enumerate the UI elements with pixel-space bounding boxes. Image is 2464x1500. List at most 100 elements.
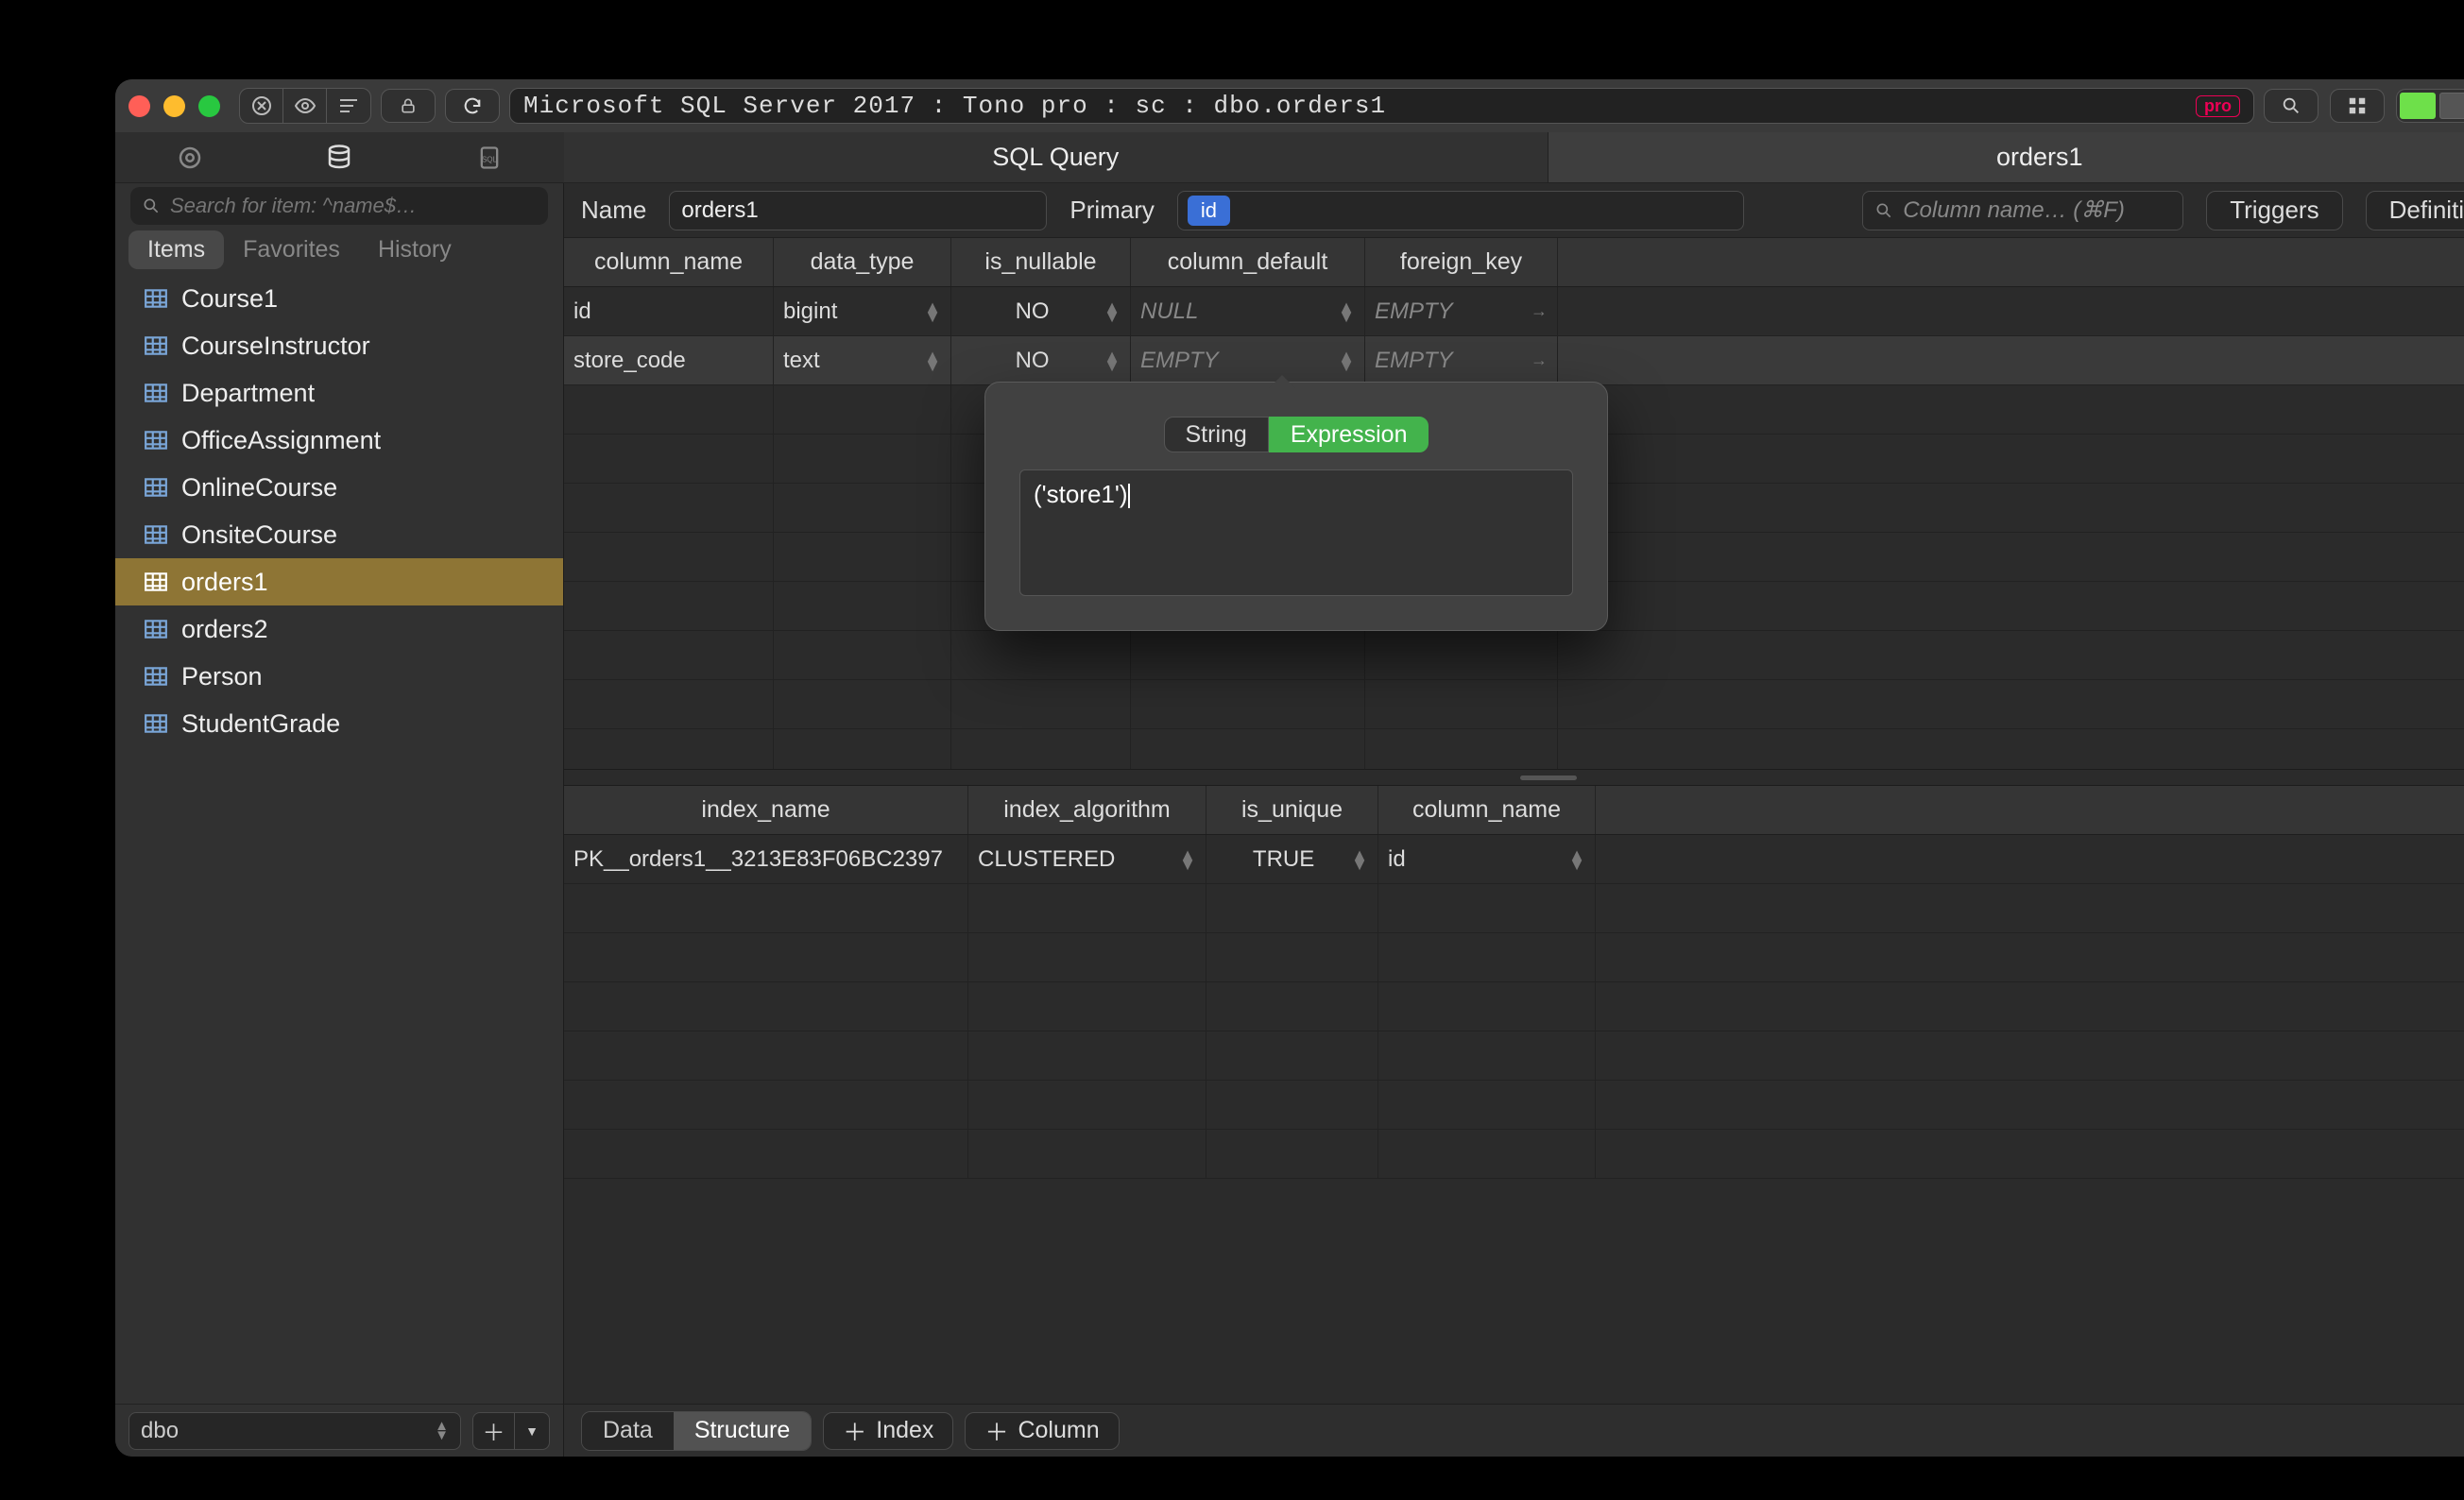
sidebar-item-studentgrade[interactable]: StudentGrade bbox=[115, 700, 563, 747]
connections-icon[interactable] bbox=[115, 132, 265, 182]
pane-splitter[interactable] bbox=[564, 769, 2464, 786]
add-table-dropdown[interactable]: ▼ bbox=[514, 1412, 550, 1450]
stepper-icon[interactable]: ▲▼ bbox=[1104, 351, 1121, 370]
cell-column-default[interactable]: EMPTY▲▼ bbox=[1131, 336, 1365, 384]
close-window-button[interactable] bbox=[128, 95, 150, 117]
sidebar-item-person[interactable]: Person bbox=[115, 653, 563, 700]
table-name-input[interactable] bbox=[669, 191, 1047, 230]
header-column-name[interactable]: column_name bbox=[564, 238, 774, 286]
header-foreign-key[interactable]: foreign_key bbox=[1365, 238, 1558, 286]
index-row[interactable]: PK__orders1__3213E83F06BC2397CLUSTERED▲▼… bbox=[564, 835, 2464, 884]
cell-is-unique[interactable]: TRUE▲▼ bbox=[1206, 835, 1378, 883]
header-is-unique[interactable]: is_unique bbox=[1206, 786, 1378, 834]
columns-header-row: column_name data_type is_nullable column… bbox=[564, 238, 2464, 287]
cell-index-column[interactable]: id▲▼ bbox=[1378, 835, 1596, 883]
lines-icon[interactable] bbox=[327, 89, 370, 123]
sidebar-item-orders2[interactable]: orders2 bbox=[115, 605, 563, 653]
cell-foreign-key[interactable]: EMPTY→ bbox=[1365, 336, 1558, 384]
cell-column-name[interactable]: store_code bbox=[564, 336, 774, 384]
header-column-default[interactable]: column_default bbox=[1131, 238, 1365, 286]
header-index-algorithm[interactable]: index_algorithm bbox=[968, 786, 1206, 834]
empty-row bbox=[564, 1031, 2464, 1081]
header-index-column[interactable]: column_name bbox=[1378, 786, 1596, 834]
header-data-type[interactable]: data_type bbox=[774, 238, 951, 286]
grid-icon[interactable] bbox=[2330, 89, 2385, 123]
cell-is-nullable[interactable]: NO▲▼ bbox=[951, 336, 1131, 384]
cell-column-default[interactable]: NULL▲▼ bbox=[1131, 287, 1365, 335]
name-label: Name bbox=[581, 196, 646, 225]
column-row[interactable]: store_codetext▲▼NO▲▼EMPTY▲▼EMPTY→ bbox=[564, 336, 2464, 385]
sidebar-search[interactable] bbox=[130, 187, 548, 225]
refresh-icon[interactable] bbox=[445, 89, 500, 123]
sidebar-item-label: Department bbox=[181, 379, 315, 408]
sidebar-search-input[interactable] bbox=[170, 194, 537, 218]
eye-icon[interactable] bbox=[283, 89, 327, 123]
sidebar-tab-favorites[interactable]: Favorites bbox=[224, 230, 359, 269]
zoom-window-button[interactable] bbox=[198, 95, 220, 117]
sidebar-tab-history[interactable]: History bbox=[359, 230, 471, 269]
cell-column-name[interactable]: id bbox=[564, 287, 774, 335]
definition-button[interactable]: Definition bbox=[2366, 191, 2464, 230]
sidebar-item-label: StudentGrade bbox=[181, 709, 340, 739]
sidebar-item-officeassignment[interactable]: OfficeAssignment bbox=[115, 417, 563, 464]
chevron-updown-icon: ▲▼ bbox=[435, 1422, 449, 1440]
sidebar-item-onlinecourse[interactable]: OnlineCourse bbox=[115, 464, 563, 511]
segment-data[interactable]: Data bbox=[582, 1412, 674, 1450]
cell-foreign-key[interactable]: EMPTY→ bbox=[1365, 287, 1558, 335]
arrow-right-icon[interactable]: → bbox=[1531, 350, 1548, 370]
primary-label: Primary bbox=[1069, 196, 1155, 225]
add-table-button-group: ＋ ▼ bbox=[472, 1412, 550, 1450]
sidebar-item-courseinstructor[interactable]: CourseInstructor bbox=[115, 322, 563, 369]
name-row: Name Primary id Column name… (⌘F) Trigge… bbox=[564, 183, 2464, 238]
sidebar-item-course1[interactable]: Course1 bbox=[115, 275, 563, 322]
sidebar-tab-items[interactable]: Items bbox=[128, 230, 224, 269]
path-bar[interactable]: Microsoft SQL Server 2017 : Tono pro : s… bbox=[509, 88, 2254, 124]
stepper-icon[interactable]: ▲▼ bbox=[1568, 850, 1585, 869]
sidebar-item-department[interactable]: Department bbox=[115, 369, 563, 417]
arrow-right-icon[interactable]: → bbox=[1531, 301, 1548, 321]
column-search[interactable]: Column name… (⌘F) bbox=[1862, 191, 2183, 230]
bottom-panel-toggle[interactable] bbox=[2439, 93, 2464, 119]
stepper-icon[interactable]: ▲▼ bbox=[1104, 302, 1121, 321]
cell-index-name[interactable]: PK__orders1__3213E83F06BC2397 bbox=[564, 835, 968, 883]
popover-expression-textarea[interactable]: ('store1') bbox=[1019, 469, 1573, 596]
cell-index-algo[interactable]: CLUSTERED▲▼ bbox=[968, 835, 1206, 883]
stepper-icon[interactable]: ▲▼ bbox=[924, 351, 941, 370]
cancel-query-icon[interactable] bbox=[240, 89, 283, 123]
popover-tab-expression[interactable]: Expression bbox=[1269, 417, 1429, 452]
sql-file-icon[interactable]: SQL bbox=[415, 132, 564, 182]
stepper-icon[interactable]: ▲▼ bbox=[1338, 302, 1355, 321]
add-index-button[interactable]: ＋Index bbox=[823, 1412, 953, 1450]
stepper-icon[interactable]: ▲▼ bbox=[1179, 850, 1196, 869]
cell-is-nullable[interactable]: NO▲▼ bbox=[951, 287, 1131, 335]
sidebar-item-label: OfficeAssignment bbox=[181, 426, 381, 455]
body: Items Favorites History Course1CourseIns… bbox=[115, 183, 2464, 1457]
triggers-button[interactable]: Triggers bbox=[2206, 191, 2342, 230]
schema-select[interactable]: dbo ▲▼ bbox=[128, 1412, 461, 1450]
sidebar-item-orders1[interactable]: orders1 bbox=[115, 558, 563, 605]
cell-data-type[interactable]: bigint▲▼ bbox=[774, 287, 951, 335]
column-row[interactable]: idbigint▲▼NO▲▼NULL▲▼EMPTY→ bbox=[564, 287, 2464, 336]
database-icon[interactable] bbox=[265, 132, 414, 182]
popover-tab-string[interactable]: String bbox=[1164, 417, 1269, 452]
stepper-icon[interactable]: ▲▼ bbox=[1338, 351, 1355, 370]
column-search-placeholder: Column name… (⌘F) bbox=[1903, 196, 2125, 224]
primary-key-field[interactable]: id bbox=[1177, 191, 1744, 230]
lock-icon[interactable] bbox=[381, 89, 436, 123]
tab-sql-query[interactable]: SQL Query bbox=[564, 132, 1549, 182]
search-icon[interactable] bbox=[2264, 89, 2319, 123]
header-index-name[interactable]: index_name bbox=[564, 786, 968, 834]
add-column-button[interactable]: ＋Column bbox=[965, 1412, 1119, 1450]
minimize-window-button[interactable] bbox=[163, 95, 185, 117]
stepper-icon[interactable]: ▲▼ bbox=[1351, 850, 1368, 869]
add-table-button[interactable]: ＋ bbox=[472, 1412, 514, 1450]
left-panel-toggle[interactable] bbox=[2400, 93, 2436, 119]
pro-badge: pro bbox=[2196, 95, 2240, 117]
segment-structure[interactable]: Structure bbox=[674, 1412, 811, 1450]
stepper-icon[interactable]: ▲▼ bbox=[924, 302, 941, 321]
empty-row bbox=[564, 1081, 2464, 1130]
tab-orders1[interactable]: orders1 bbox=[1549, 132, 2464, 182]
header-is-nullable[interactable]: is_nullable bbox=[951, 238, 1131, 286]
sidebar-item-onsitecourse[interactable]: OnsiteCourse bbox=[115, 511, 563, 558]
cell-data-type[interactable]: text▲▼ bbox=[774, 336, 951, 384]
